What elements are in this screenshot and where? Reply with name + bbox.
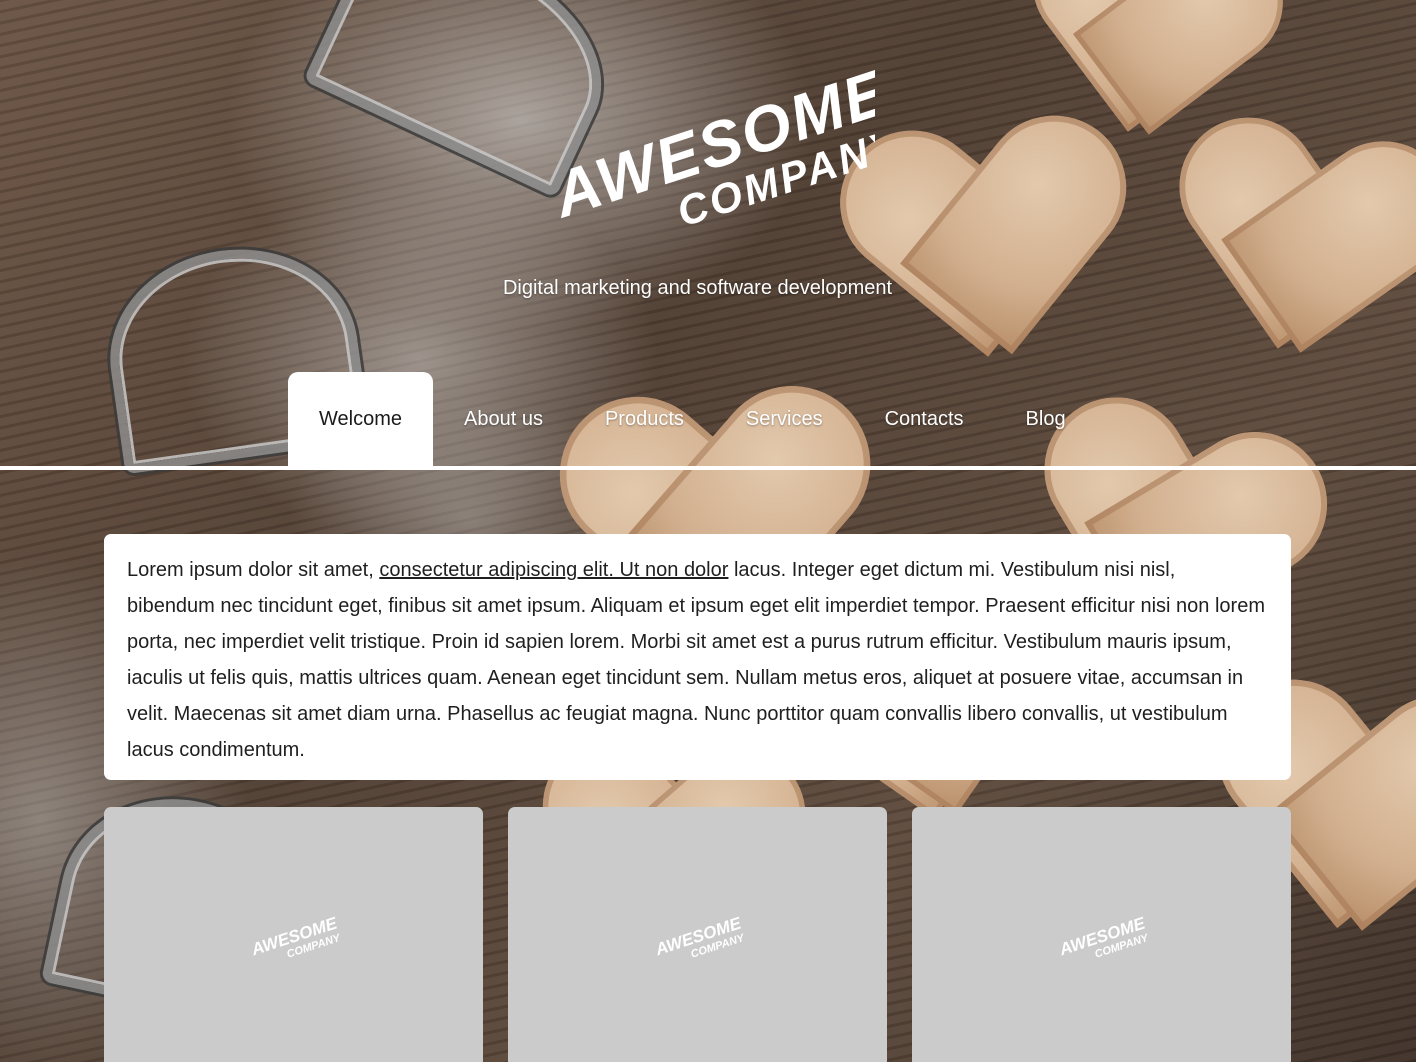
nav-item-products[interactable]: Products: [574, 372, 715, 466]
main-navigation: Welcome About us Products Services Conta…: [288, 372, 1097, 466]
feature-card-2[interactable]: Awesome Company: [508, 807, 887, 1062]
nav-item-welcome[interactable]: Welcome: [288, 372, 433, 466]
nav-item-contacts[interactable]: Contacts: [854, 372, 995, 466]
nav-item-services[interactable]: Services: [715, 372, 854, 466]
nav-item-about-us[interactable]: About us: [433, 372, 574, 466]
nav-divider: [0, 466, 1416, 470]
cookie-heart: [1158, 113, 1416, 406]
feature-card-1[interactable]: Awesome Company: [104, 807, 483, 1062]
tagline: Digital marketing and software developme…: [502, 277, 893, 299]
feature-card-3[interactable]: Awesome Company: [912, 807, 1291, 1062]
awesome-company-logo: Awesome Company: [542, 60, 875, 235]
intro-card: Lorem ipsum dolor sit amet, consectetur …: [104, 534, 1291, 780]
placeholder-logo-icon: Awesome Company: [652, 913, 746, 960]
cookie-heart: [845, 115, 1135, 405]
intro-text-start: Lorem ipsum dolor sit amet,: [127, 559, 380, 581]
intro-text-end: lacus. Integer eget dictum mi. Vestibulu…: [127, 559, 1265, 761]
intro-link[interactable]: consectetur adipiscing elit. Ut non dolo…: [379, 559, 728, 581]
placeholder-logo-icon: Awesome Company: [248, 913, 342, 960]
nav-item-blog[interactable]: Blog: [995, 372, 1097, 466]
placeholder-logo-icon: Awesome Company: [1056, 913, 1150, 960]
feature-cards: Awesome Company Awesome Company Awesome …: [104, 807, 1291, 1062]
